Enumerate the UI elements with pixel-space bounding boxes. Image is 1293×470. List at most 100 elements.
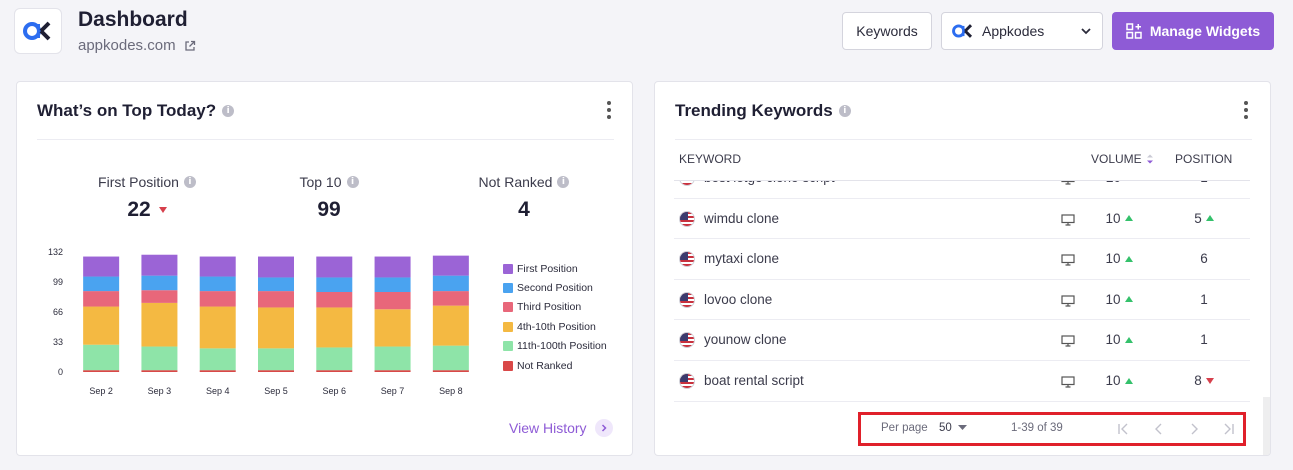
- bar-segment[interactable]: [432, 275, 469, 292]
- bar-segment[interactable]: [83, 256, 120, 277]
- info-icon[interactable]: i: [557, 176, 570, 188]
- view-history-link[interactable]: View History: [509, 419, 613, 437]
- bar-segment[interactable]: [141, 302, 178, 347]
- column-header-position: POSITION: [1175, 152, 1233, 166]
- keywords-button[interactable]: Keywords: [842, 12, 932, 50]
- site-link[interactable]: appkodes.com: [78, 37, 196, 54]
- keyword-text[interactable]: mytaxi clone: [704, 251, 779, 266]
- bar-segment[interactable]: [199, 370, 236, 372]
- app-select-dropdown[interactable]: Appkodes: [941, 12, 1103, 50]
- stat-value: 4: [518, 198, 530, 221]
- legend-swatch: [503, 360, 513, 371]
- bar-segment[interactable]: [432, 345, 469, 371]
- legend-item[interactable]: Not Ranked: [503, 356, 607, 375]
- position-cell: 1: [1169, 332, 1239, 347]
- bar-segment[interactable]: [83, 291, 120, 307]
- per-page-select[interactable]: 50: [939, 422, 967, 434]
- table-row[interactable]: younow clone 10 1: [674, 320, 1250, 361]
- column-header-volume-label[interactable]: VOLUME: [1091, 152, 1142, 166]
- scrollbar[interactable]: [1263, 397, 1270, 455]
- bar-segment[interactable]: [83, 306, 120, 345]
- bar-segment[interactable]: [374, 292, 411, 310]
- keyword-text[interactable]: lovoo clone: [704, 292, 772, 307]
- bar-segment[interactable]: [432, 370, 469, 372]
- bar-segment[interactable]: [316, 277, 353, 292]
- per-page-value[interactable]: 50: [939, 422, 952, 434]
- bar-segment[interactable]: [258, 256, 294, 278]
- previous-page-icon[interactable]: [1150, 420, 1168, 438]
- legend-item[interactable]: 11th-100th Position: [503, 337, 607, 356]
- bar-segment[interactable]: [374, 256, 411, 278]
- bar-segment[interactable]: [141, 275, 178, 291]
- page-range: 1-39 of 39: [1011, 422, 1063, 434]
- bar-segment[interactable]: [432, 305, 469, 346]
- bar-segment[interactable]: [83, 344, 120, 371]
- bar-segment[interactable]: [199, 276, 236, 292]
- desktop-icon: [1061, 375, 1075, 393]
- bar-segment[interactable]: [199, 306, 236, 349]
- desktop-icon: [1061, 253, 1075, 271]
- bar-segment[interactable]: [316, 292, 353, 308]
- bar-segment[interactable]: [316, 256, 353, 278]
- keyword-text[interactable]: younow clone: [704, 332, 787, 347]
- table-row[interactable]: lovoo clone 10 1: [674, 280, 1250, 321]
- keyword-text[interactable]: boat rental script: [704, 373, 804, 388]
- table-row[interactable]: boat rental script 10 8: [674, 361, 1250, 402]
- info-icon[interactable]: i: [183, 176, 196, 188]
- volume-value: 10: [1105, 291, 1121, 307]
- site-url[interactable]: appkodes.com: [78, 37, 176, 54]
- chevron-right-icon[interactable]: [594, 419, 613, 437]
- first-page-icon[interactable]: [1115, 420, 1133, 438]
- bar-segment[interactable]: [432, 255, 469, 276]
- table-row[interactable]: best letgo clone script 20 1: [674, 181, 1250, 199]
- bar-segment[interactable]: [374, 277, 411, 292]
- bar-segment[interactable]: [83, 370, 120, 372]
- bar-segment[interactable]: [258, 307, 294, 349]
- bar-segment[interactable]: [316, 307, 353, 348]
- bar-segment[interactable]: [199, 348, 236, 371]
- info-icon[interactable]: i: [346, 176, 359, 188]
- keyword-text[interactable]: best letgo clone script: [704, 181, 835, 185]
- bar-segment[interactable]: [374, 370, 411, 372]
- caret-down-icon[interactable]: [957, 425, 967, 431]
- table-row[interactable]: mytaxi clone 10 6: [674, 239, 1250, 280]
- legend-item[interactable]: Third Position: [503, 298, 607, 317]
- more-options-icon[interactable]: [606, 101, 612, 119]
- bar-segment[interactable]: [316, 370, 353, 372]
- legend-item[interactable]: First Position: [503, 259, 607, 278]
- trend-down-icon: [1205, 377, 1214, 384]
- bar-segment[interactable]: [374, 346, 411, 371]
- info-icon[interactable]: i: [838, 105, 851, 117]
- next-page-icon[interactable]: [1185, 420, 1203, 438]
- bar-segment[interactable]: [141, 346, 178, 371]
- view-history-label[interactable]: View History: [509, 420, 587, 436]
- us-flag-icon: [679, 291, 695, 308]
- manage-widgets-button[interactable]: Manage Widgets: [1112, 12, 1274, 50]
- more-options-icon[interactable]: [1243, 101, 1249, 119]
- bar-segment[interactable]: [316, 347, 353, 371]
- bar-segment[interactable]: [258, 277, 294, 292]
- legend-label: First Position: [517, 262, 578, 275]
- desktop-icon: [1061, 334, 1075, 352]
- info-icon[interactable]: i: [222, 105, 235, 117]
- position-cell: 5: [1169, 211, 1239, 226]
- bar-segment[interactable]: [83, 276, 120, 292]
- keyword-text[interactable]: wimdu clone: [704, 211, 779, 226]
- bar-segment[interactable]: [141, 254, 178, 276]
- table-row[interactable]: wimdu clone 10 5: [674, 199, 1250, 240]
- bar-segment[interactable]: [258, 291, 294, 308]
- last-page-icon[interactable]: [1219, 420, 1237, 438]
- bar-segment[interactable]: [199, 256, 236, 277]
- legend-item[interactable]: Second Position: [503, 278, 607, 297]
- bar-segment[interactable]: [199, 291, 236, 307]
- bar-segment[interactable]: [258, 348, 294, 371]
- legend-item[interactable]: 4th-10th Position: [503, 317, 607, 336]
- bar-segment[interactable]: [374, 309, 411, 347]
- sort-desc-icon[interactable]: [1146, 153, 1154, 165]
- external-link-icon[interactable]: [184, 40, 196, 52]
- bar-segment[interactable]: [432, 291, 469, 306]
- bar-segment[interactable]: [141, 290, 178, 303]
- column-header-volume[interactable]: VOLUME: [1091, 152, 1154, 166]
- bar-segment[interactable]: [258, 370, 294, 372]
- bar-segment[interactable]: [141, 370, 178, 372]
